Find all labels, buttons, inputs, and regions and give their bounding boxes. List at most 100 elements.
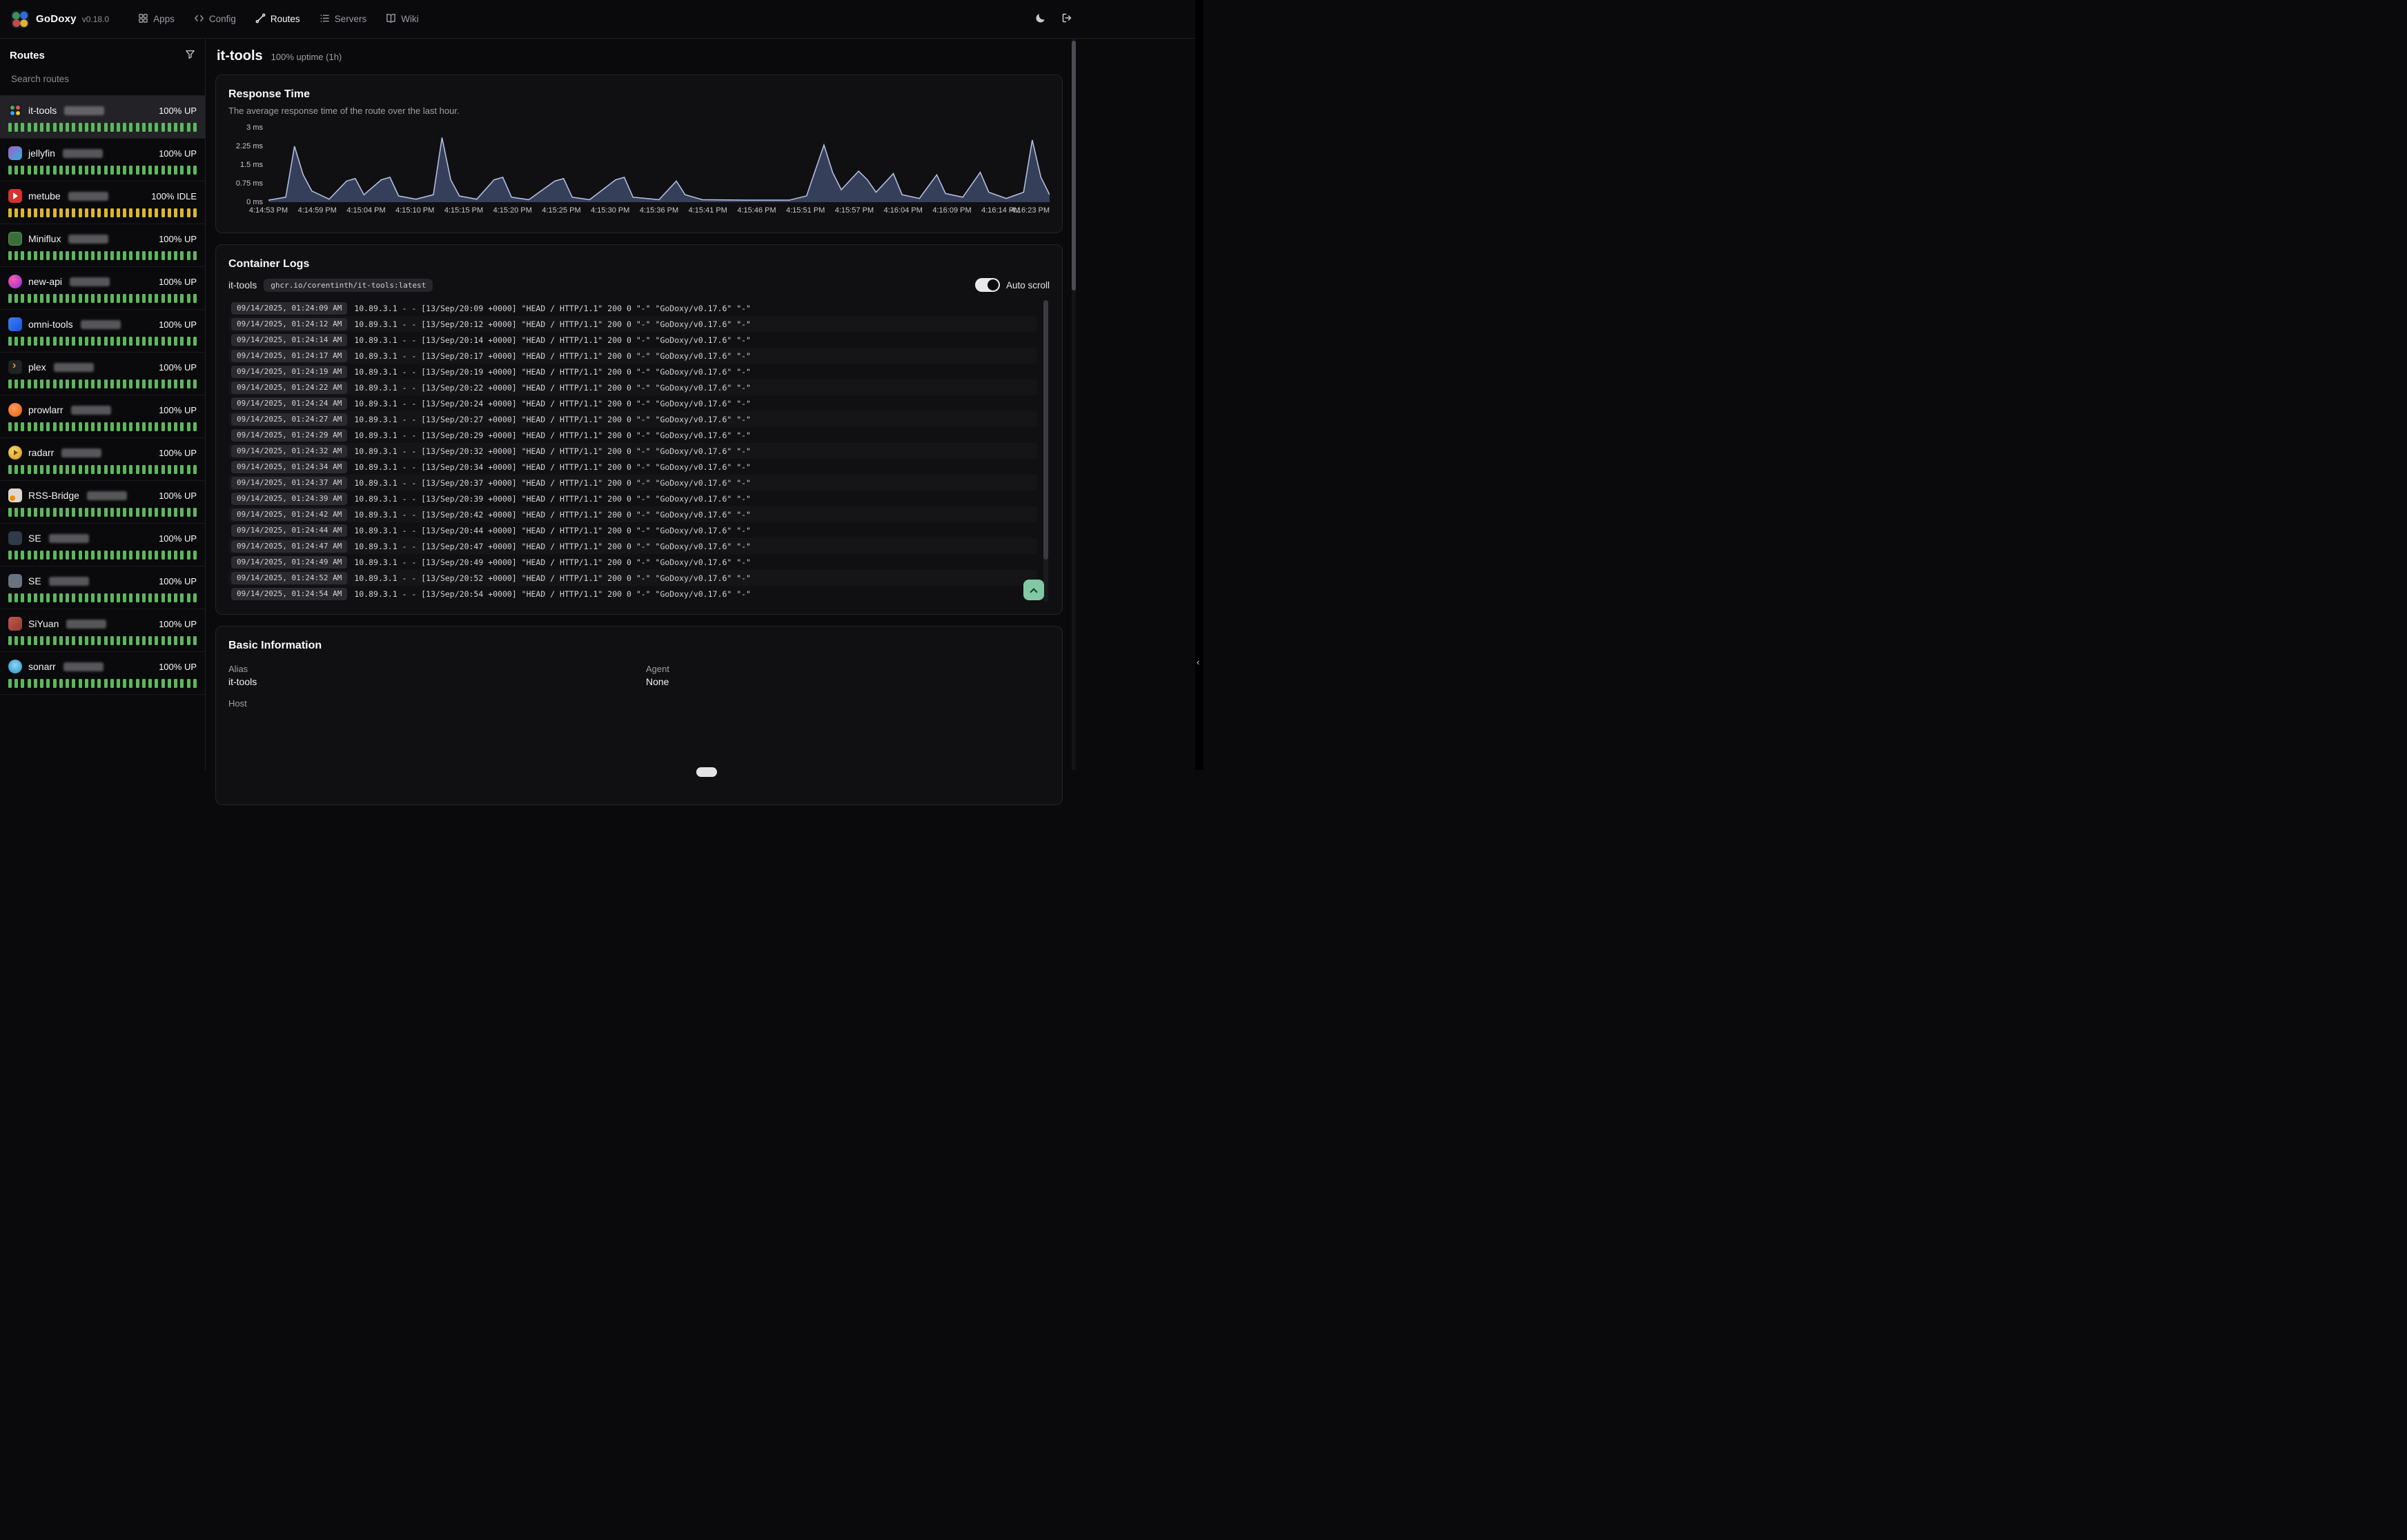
collapse-panel-handle[interactable]: ‹ [1197, 657, 1199, 667]
uptime-bar [123, 593, 126, 602]
uptime-bar [148, 379, 152, 388]
route-status-badge: 100% UP [159, 148, 197, 159]
uptime-bar [180, 465, 184, 474]
uptime-bar [168, 593, 171, 602]
nav-item-config[interactable]: Config [194, 13, 236, 26]
log-message: 10.89.3.1 - - [13/Sep/20:39 +0000] "HEAD… [354, 494, 751, 504]
x-axis-label: 4:15:30 PM [591, 206, 629, 215]
route-list-item[interactable]: prowlarr 100% UP [0, 395, 205, 438]
uptime-bar [66, 123, 69, 132]
chart-y-axis: 3 ms2.25 ms1.5 ms0.75 ms0 ms [228, 128, 263, 202]
se-2-icon [8, 574, 22, 588]
uptime-bar [53, 508, 57, 517]
route-list-item[interactable]: SE 100% UP [0, 524, 205, 566]
uptime-bar [168, 422, 171, 431]
container-logs-card: Container Logs it-tools ghcr.io/corentin… [215, 244, 1063, 615]
log-message: 10.89.3.1 - - [13/Sep/20:54 +0000] "HEAD… [354, 589, 751, 599]
uptime-bar [72, 508, 75, 517]
route-list-item[interactable]: radarr 100% UP [0, 438, 205, 481]
uptime-bar [66, 636, 69, 645]
y-axis-label: 3 ms [246, 124, 263, 132]
sidebar-title: Routes [10, 50, 45, 61]
log-row: 09/14/2025, 01:24:52 AM 10.89.3.1 - - [1… [228, 570, 1037, 586]
uptime-bar [123, 679, 126, 688]
uptime-bar [104, 251, 108, 260]
uptime-bar [85, 379, 88, 388]
uptime-bar [174, 166, 177, 175]
uptime-bar [14, 636, 18, 645]
uptime-bar [72, 422, 75, 431]
route-name: metube [28, 190, 61, 201]
uptime-bar [193, 208, 197, 217]
route-list-item[interactable]: SiYuan 100% UP [0, 609, 205, 652]
logout-button[interactable] [1061, 12, 1072, 26]
route-list-item[interactable]: metube 100% IDLE [0, 181, 205, 224]
route-list-item[interactable]: Miniflux 100% UP [0, 224, 205, 267]
redacted-name-blur [81, 320, 121, 329]
filter-routes-button[interactable] [185, 49, 195, 61]
nav-item-apps[interactable]: Apps [138, 13, 175, 26]
top-navbar: GoDoxy v0.18.0 Apps Config Routes Server… [0, 0, 1204, 39]
log-timestamp: 09/14/2025, 01:24:29 AM [231, 429, 347, 442]
uptime-bar [8, 636, 12, 645]
uptime-bar [21, 166, 24, 175]
route-search-input[interactable] [10, 73, 195, 85]
nav-item-routes[interactable]: Routes [255, 13, 300, 26]
theme-toggle-button[interactable] [1035, 12, 1046, 26]
x-axis-label: 4:15:04 PM [346, 206, 385, 215]
uptime-bar [104, 422, 108, 431]
route-status-badge: 100% UP [159, 234, 197, 244]
route-list-item[interactable]: RSS-Bridge 100% UP [0, 481, 205, 524]
route-status-badge: 100% UP [159, 277, 197, 287]
uptime-bar [129, 636, 132, 645]
log-message: 10.89.3.1 - - [13/Sep/20:27 +0000] "HEAD… [354, 415, 751, 424]
log-message: 10.89.3.1 - - [13/Sep/20:47 +0000] "HEAD… [354, 542, 751, 551]
uptime-bar [72, 123, 75, 132]
uptime-bar [129, 166, 132, 175]
route-list-item[interactable]: new-api 100% UP [0, 267, 205, 310]
uptime-bar [46, 551, 50, 560]
autoscroll-toggle[interactable] [975, 278, 1000, 292]
uptime-bar [72, 593, 75, 602]
uptime-bar [85, 208, 88, 217]
log-row: 09/14/2025, 01:24:14 AM 10.89.3.1 - - [1… [228, 332, 1037, 348]
route-list-item[interactable]: SE 100% UP [0, 566, 205, 609]
uptime-bar [59, 679, 63, 688]
uptime-bar [142, 123, 146, 132]
scroll-to-top-button[interactable] [1023, 580, 1044, 600]
uptime-bar [148, 208, 152, 217]
uptime-bar [66, 551, 69, 560]
log-timestamp: 09/14/2025, 01:24:42 AM [231, 509, 347, 521]
uptime-bars [8, 465, 197, 474]
uptime-bar [91, 337, 95, 346]
nav-item-servers[interactable]: Servers [320, 13, 367, 26]
route-list-item[interactable]: jellyfin 100% UP [0, 139, 205, 181]
uptime-bar [104, 337, 108, 346]
route-list-item[interactable]: omni-tools 100% UP [0, 310, 205, 353]
uptime-bar [72, 294, 75, 303]
uptime-bar [8, 508, 12, 517]
log-message: 10.89.3.1 - - [13/Sep/20:32 +0000] "HEAD… [354, 446, 751, 456]
page-scrollbar-thumb[interactable] [1072, 41, 1076, 290]
log-scrollbar-thumb[interactable] [1043, 300, 1048, 560]
route-list-item[interactable]: sonarr 100% UP [0, 652, 205, 695]
uptime-bar [28, 166, 31, 175]
uptime-bar [117, 337, 120, 346]
route-status-badge: 100% UP [159, 619, 197, 629]
uptime-bar [136, 208, 139, 217]
x-axis-label: 4:15:57 PM [835, 206, 874, 215]
log-scrollbar[interactable] [1043, 300, 1048, 602]
route-list-item[interactable]: plex 100% UP [0, 353, 205, 395]
nav-item-wiki[interactable]: Wiki [386, 13, 419, 26]
uptime-bar [161, 465, 165, 474]
uptime-bar [91, 166, 95, 175]
uptime-bar [40, 208, 43, 217]
route-status-badge: 100% UP [159, 533, 197, 544]
uptime-bar [174, 551, 177, 560]
uptime-bar [21, 422, 24, 431]
route-list-item[interactable]: it-tools 100% UP [0, 96, 205, 139]
route-list: it-tools 100% UP jellyfin 100% UP metube… [0, 96, 205, 770]
uptime-bar [148, 123, 152, 132]
uptime-bar [136, 294, 139, 303]
uptime-bar [110, 679, 114, 688]
